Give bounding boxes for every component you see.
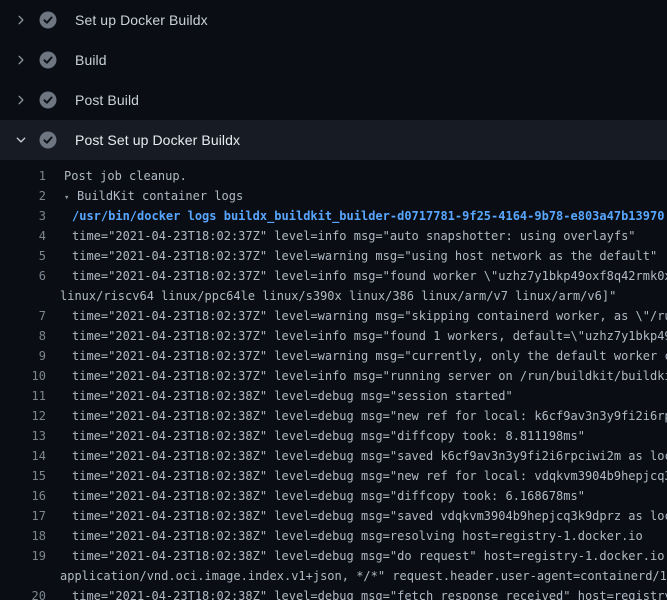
log-line: 18 time="2021-04-23T18:02:38Z" level=deb… (0, 526, 667, 546)
chevron-down-icon[interactable] (13, 132, 29, 148)
log-line-text: time="2021-04-23T18:02:38Z" level=debug … (72, 406, 667, 426)
log-line: linux/riscv64 linux/ppc64le linux/s390x … (0, 286, 667, 306)
log-group-label: BuildKit container logs (77, 189, 243, 203)
log-line: 8 time="2021-04-23T18:02:37Z" level=info… (0, 326, 667, 346)
log-line-number[interactable]: 6 (0, 266, 46, 286)
log-line-text: Post job cleanup. (64, 166, 187, 186)
log-line-text: ▾BuildKit container logs (64, 186, 243, 206)
log-line-text: time="2021-04-23T18:02:38Z" level=debug … (72, 446, 667, 466)
log-line-text: time="2021-04-23T18:02:38Z" level=debug … (72, 386, 513, 406)
log-group-toggle[interactable]: 2 ▾BuildKit container logs (0, 186, 667, 206)
log-line-text: time="2021-04-23T18:02:37Z" level=info m… (72, 266, 667, 286)
log-line-number[interactable]: 8 (0, 326, 46, 346)
log-line-number[interactable]: 3 (0, 206, 46, 226)
log-line-number[interactable]: 14 (0, 446, 46, 466)
actions-log-viewer: Set up Docker Buildx Build Post Build Po… (0, 0, 667, 600)
log-line: 9 time="2021-04-23T18:02:37Z" level=warn… (0, 346, 667, 366)
log-line-text: time="2021-04-23T18:02:38Z" level=debug … (72, 506, 667, 526)
log-line: application/vnd.oci.image.index.v1+json,… (0, 566, 667, 586)
log-line: 4 time="2021-04-23T18:02:37Z" level=info… (0, 226, 667, 246)
log-line-number[interactable]: 15 (0, 466, 46, 486)
log-line: 10 time="2021-04-23T18:02:37Z" level=inf… (0, 366, 667, 386)
log-line: 1 Post job cleanup. (0, 166, 667, 186)
log-line-text: time="2021-04-23T18:02:38Z" level=debug … (72, 526, 643, 546)
group-expand-triangle-icon[interactable]: ▾ (64, 188, 77, 206)
step-title: Build (75, 52, 107, 68)
log-line-number[interactable]: 9 (0, 346, 46, 366)
steps-list: Set up Docker Buildx Build Post Build Po… (0, 0, 667, 160)
log-line: 19 time="2021-04-23T18:02:38Z" level=deb… (0, 546, 667, 566)
step-row-build[interactable]: Build (0, 40, 667, 80)
log-line-number (0, 566, 46, 586)
chevron-right-icon[interactable] (13, 92, 29, 108)
log-line: 6 time="2021-04-23T18:02:37Z" level=info… (0, 266, 667, 286)
check-circle-icon (39, 131, 57, 149)
log-line-number[interactable]: 7 (0, 306, 46, 326)
log-output: 1 Post job cleanup. 2 ▾BuildKit containe… (0, 160, 667, 600)
log-line: 14 time="2021-04-23T18:02:38Z" level=deb… (0, 446, 667, 466)
check-circle-icon (39, 51, 57, 69)
log-line-text: application/vnd.oci.image.index.v1+json,… (60, 566, 667, 586)
log-line-command: 3 /usr/bin/docker logs buildx_buildkit_b… (0, 206, 667, 226)
log-line-text: time="2021-04-23T18:02:37Z" level=info m… (72, 326, 667, 346)
step-title: Post Set up Docker Buildx (75, 132, 240, 148)
log-line: 11 time="2021-04-23T18:02:38Z" level=deb… (0, 386, 667, 406)
log-line-text: time="2021-04-23T18:02:37Z" level=warnin… (72, 246, 657, 266)
log-line-number[interactable]: 18 (0, 526, 46, 546)
log-line-number (0, 286, 46, 306)
log-line-text: time="2021-04-23T18:02:37Z" level=warnin… (72, 306, 667, 326)
log-line-number[interactable]: 16 (0, 486, 46, 506)
log-line-text: /usr/bin/docker logs buildx_buildkit_bui… (72, 206, 664, 226)
log-line: 5 time="2021-04-23T18:02:37Z" level=warn… (0, 246, 667, 266)
log-line: 16 time="2021-04-23T18:02:38Z" level=deb… (0, 486, 667, 506)
log-line-number[interactable]: 10 (0, 366, 46, 386)
log-line-text: time="2021-04-23T18:02:38Z" level=debug … (72, 466, 667, 486)
step-row-post-build[interactable]: Post Build (0, 80, 667, 120)
log-line-number[interactable]: 12 (0, 406, 46, 426)
log-line-text: time="2021-04-23T18:02:38Z" level=debug … (72, 426, 585, 446)
log-line: 15 time="2021-04-23T18:02:38Z" level=deb… (0, 466, 667, 486)
step-row-post-set-up-docker-buildx[interactable]: Post Set up Docker Buildx (0, 120, 667, 160)
step-title: Post Build (75, 92, 139, 108)
log-line-text: time="2021-04-23T18:02:38Z" level=debug … (72, 546, 667, 566)
log-line-number[interactable]: 11 (0, 386, 46, 406)
log-line-number[interactable]: 13 (0, 426, 46, 446)
log-line-number[interactable]: 2 (0, 186, 46, 206)
log-line: 7 time="2021-04-23T18:02:37Z" level=warn… (0, 306, 667, 326)
log-line-number[interactable]: 20 (0, 586, 46, 600)
log-line-text: linux/riscv64 linux/ppc64le linux/s390x … (60, 286, 616, 306)
check-circle-icon (39, 91, 57, 109)
chevron-right-icon[interactable] (13, 12, 29, 28)
log-line: 17 time="2021-04-23T18:02:38Z" level=deb… (0, 506, 667, 526)
step-row-set-up-docker-buildx[interactable]: Set up Docker Buildx (0, 0, 667, 40)
log-line: 12 time="2021-04-23T18:02:38Z" level=deb… (0, 406, 667, 426)
log-line-text: time="2021-04-23T18:02:38Z" level=debug … (72, 586, 667, 600)
log-line-number[interactable]: 1 (0, 166, 46, 186)
log-line-text: time="2021-04-23T18:02:37Z" level=info m… (72, 226, 636, 246)
check-circle-icon (39, 11, 57, 29)
log-line-text: time="2021-04-23T18:02:37Z" level=warnin… (72, 346, 667, 366)
log-line: 20 time="2021-04-23T18:02:38Z" level=deb… (0, 586, 667, 600)
log-line-text: time="2021-04-23T18:02:37Z" level=info m… (72, 366, 667, 386)
log-line-text: time="2021-04-23T18:02:38Z" level=debug … (72, 486, 585, 506)
step-title: Set up Docker Buildx (75, 12, 208, 28)
chevron-right-icon[interactable] (13, 52, 29, 68)
log-line-number[interactable]: 4 (0, 226, 46, 246)
log-line-number[interactable]: 5 (0, 246, 46, 266)
log-line: 13 time="2021-04-23T18:02:38Z" level=deb… (0, 426, 667, 446)
log-line-number[interactable]: 19 (0, 546, 46, 566)
log-line-number[interactable]: 17 (0, 506, 46, 526)
